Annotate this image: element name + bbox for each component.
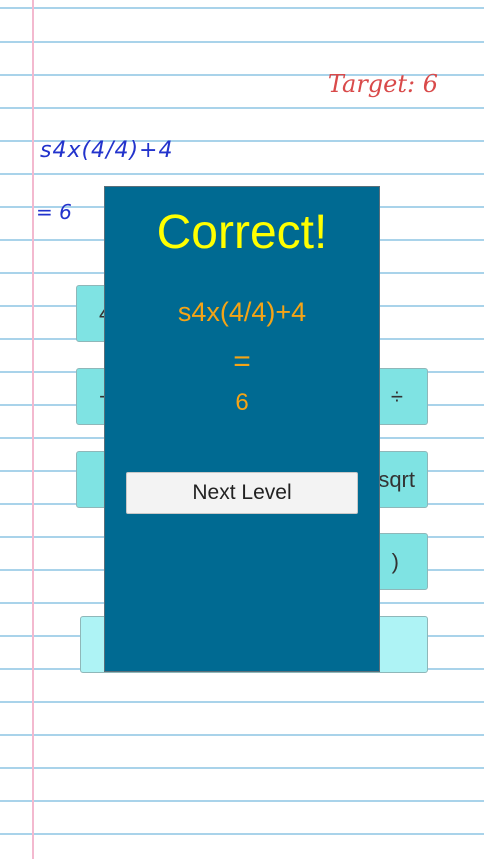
dialog-result-value: 6 [235, 389, 249, 416]
result-dialog: Correct! s4x(4/4)+4 = 6 Next Level [104, 186, 380, 672]
dialog-title: Correct! [156, 206, 328, 259]
target-label: Target: 6 [327, 70, 438, 98]
next-level-button[interactable]: Next Level [126, 472, 358, 514]
handwritten-equals-result: = 6 [36, 200, 72, 224]
notebook-margin-line [32, 0, 34, 859]
dialog-equals-sign: = [233, 345, 251, 378]
dialog-expression: s4x(4/4)+4 [177, 297, 307, 327]
handwritten-expression: s4x(4/4)+4 [40, 138, 174, 163]
